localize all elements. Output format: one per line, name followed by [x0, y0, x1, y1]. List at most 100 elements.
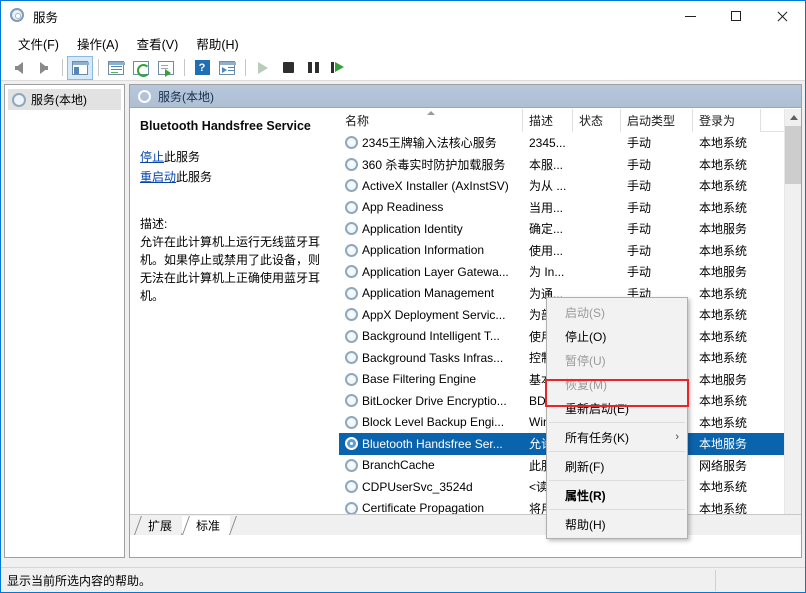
menu-view[interactable]: 查看(V) [128, 31, 188, 56]
column-description-label: 描述 [529, 112, 553, 129]
column-description[interactable]: 描述 [523, 109, 573, 132]
status-bar: 显示当前所选内容的帮助。 [1, 567, 805, 592]
service-gear-icon [345, 330, 358, 343]
cell-service-name: Application Layer Gatewa... [339, 265, 523, 279]
console-tree-pane: 服务(本地) [4, 84, 125, 558]
console-view-button[interactable] [215, 57, 239, 79]
cell-log-on-as: 本地系统 [693, 242, 761, 259]
toolbar-separator [245, 59, 246, 76]
service-name-label: CDPUserSvc_3524d [362, 480, 473, 494]
refresh-button[interactable] [129, 57, 153, 79]
vertical-scrollbar[interactable] [784, 109, 801, 535]
table-row[interactable]: App Readiness当用...手动本地系统 [339, 197, 784, 219]
service-detail-panel: Bluetooth Handsfree Service 停止此服务 重启动此服务… [130, 109, 338, 535]
content-area: 服务(本地) 服务(本地) Bluetooth Handsfree Servic… [1, 81, 805, 561]
table-row[interactable]: Application Layer Gatewa...为 In...手动本地服务 [339, 261, 784, 283]
service-name-label: BranchCache [362, 458, 435, 472]
restart-service-link[interactable]: 重启动 [140, 170, 176, 184]
properties-button[interactable] [104, 57, 128, 79]
service-gear-icon [345, 287, 358, 300]
ctx-all-tasks[interactable]: 所有任务(K)› [547, 425, 687, 449]
show-hide-tree-icon [72, 61, 88, 75]
cell-log-on-as: 本地系统 [693, 156, 761, 173]
column-startup-type[interactable]: 启动类型 [621, 109, 693, 132]
service-name-label: Application Layer Gatewa... [362, 265, 509, 279]
window-title: 服务 [33, 7, 58, 26]
ctx-properties[interactable]: 属性(R) [547, 483, 687, 507]
pane-header: 服务(本地) [130, 85, 801, 108]
restart-service-button[interactable] [326, 57, 350, 79]
stop-service-button[interactable] [276, 57, 300, 79]
ctx-refresh[interactable]: 刷新(F) [547, 454, 687, 478]
ctx-restart[interactable]: 重新启动(E) [547, 396, 687, 420]
service-gear-icon [345, 459, 358, 472]
back-button[interactable] [7, 57, 31, 79]
close-button[interactable] [759, 1, 805, 31]
pane-header-label: 服务(本地) [158, 88, 214, 105]
export-list-icon [158, 61, 174, 75]
show-hide-tree-button[interactable] [68, 57, 92, 79]
table-row[interactable]: Application Information使用...手动本地系统 [339, 240, 784, 262]
tab-standard[interactable]: 标准 [182, 516, 230, 535]
forward-button[interactable] [32, 57, 56, 79]
table-row[interactable]: Application Identity确定...手动本地服务 [339, 218, 784, 240]
menu-help[interactable]: 帮助(H) [187, 31, 247, 56]
tree-item-services-local[interactable]: 服务(本地) [8, 89, 121, 110]
table-row[interactable]: 360 杀毒实时防护加载服务本服...手动本地系统 [339, 154, 784, 176]
table-row[interactable]: 2345王牌输入法核心服务2345...手动本地系统 [339, 132, 784, 154]
ctx-pause: 暂停(U) [547, 348, 687, 372]
minimize-button[interactable] [667, 1, 713, 31]
cell-log-on-as: 本地服务 [693, 371, 761, 388]
tab-extended[interactable]: 扩展 [134, 516, 182, 535]
scroll-up-button[interactable] [785, 109, 801, 126]
maximize-button[interactable] [713, 1, 759, 31]
cell-service-name: Application Information [339, 243, 523, 257]
window-controls [667, 1, 805, 31]
column-status[interactable]: 状态 [573, 109, 621, 132]
pause-service-icon [308, 62, 319, 73]
stop-service-link[interactable]: 停止 [140, 150, 164, 164]
table-row[interactable]: ActiveX Installer (AxInstSV)为从 ...手动本地系统 [339, 175, 784, 197]
cell-log-on-as: 本地系统 [693, 306, 761, 323]
export-list-button[interactable] [154, 57, 178, 79]
restart-service-link-row: 重启动此服务 [140, 169, 327, 185]
menu-file[interactable]: 文件(F) [9, 31, 68, 56]
services-gear-icon [12, 93, 26, 107]
pane-body: Bluetooth Handsfree Service 停止此服务 重启动此服务… [130, 109, 801, 535]
services-gear-icon [10, 8, 26, 24]
cell-service-name: Bluetooth Handsfree Ser... [339, 437, 523, 451]
service-name-label: Bluetooth Handsfree Ser... [362, 437, 503, 451]
cell-log-on-as: 本地系统 [693, 199, 761, 216]
service-name-label: Block Level Backup Engi... [362, 415, 504, 429]
service-name-label: Background Intelligent T... [362, 329, 500, 343]
cell-service-name: 360 杀毒实时防护加载服务 [339, 156, 523, 173]
column-name[interactable]: 名称 [339, 109, 523, 132]
ctx-help[interactable]: 帮助(H) [547, 512, 687, 536]
column-status-label: 状态 [579, 112, 603, 129]
help-button[interactable]: ? [190, 57, 214, 79]
submenu-chevron-right-icon: › [675, 431, 679, 443]
cell-startup-type: 手动 [621, 242, 693, 259]
scrollbar-thumb[interactable] [785, 126, 801, 184]
list-header-row: 名称 描述 状态 启动类型登录为 [339, 109, 801, 132]
service-name-label: Application Management [362, 286, 494, 300]
service-name-label: AppX Deployment Servic... [362, 308, 505, 322]
back-icon [15, 62, 23, 74]
service-gear-icon [345, 416, 358, 429]
service-gear-icon [345, 502, 358, 515]
cell-startup-type: 手动 [621, 220, 693, 237]
cell-log-on-as: 本地系统 [693, 478, 761, 495]
cell-startup-type: 手动 [621, 134, 693, 151]
cell-log-on-as: 本地系统 [693, 177, 761, 194]
start-service-button[interactable] [251, 57, 275, 79]
close-icon [776, 10, 788, 22]
column-name-label: 名称 [345, 112, 369, 129]
column-log-on-as[interactable]: 登录为 [693, 109, 761, 132]
ctx-stop[interactable]: 停止(O) [547, 324, 687, 348]
service-name-label: BitLocker Drive Encryptio... [362, 394, 507, 408]
menu-action[interactable]: 操作(A) [68, 31, 128, 56]
service-gear-icon [345, 201, 358, 214]
pause-service-button[interactable] [301, 57, 325, 79]
cell-service-name: BranchCache [339, 458, 523, 472]
services-window: 服务 文件(F) 操作(A) 查看(V) 帮助(H) ? [0, 0, 806, 593]
